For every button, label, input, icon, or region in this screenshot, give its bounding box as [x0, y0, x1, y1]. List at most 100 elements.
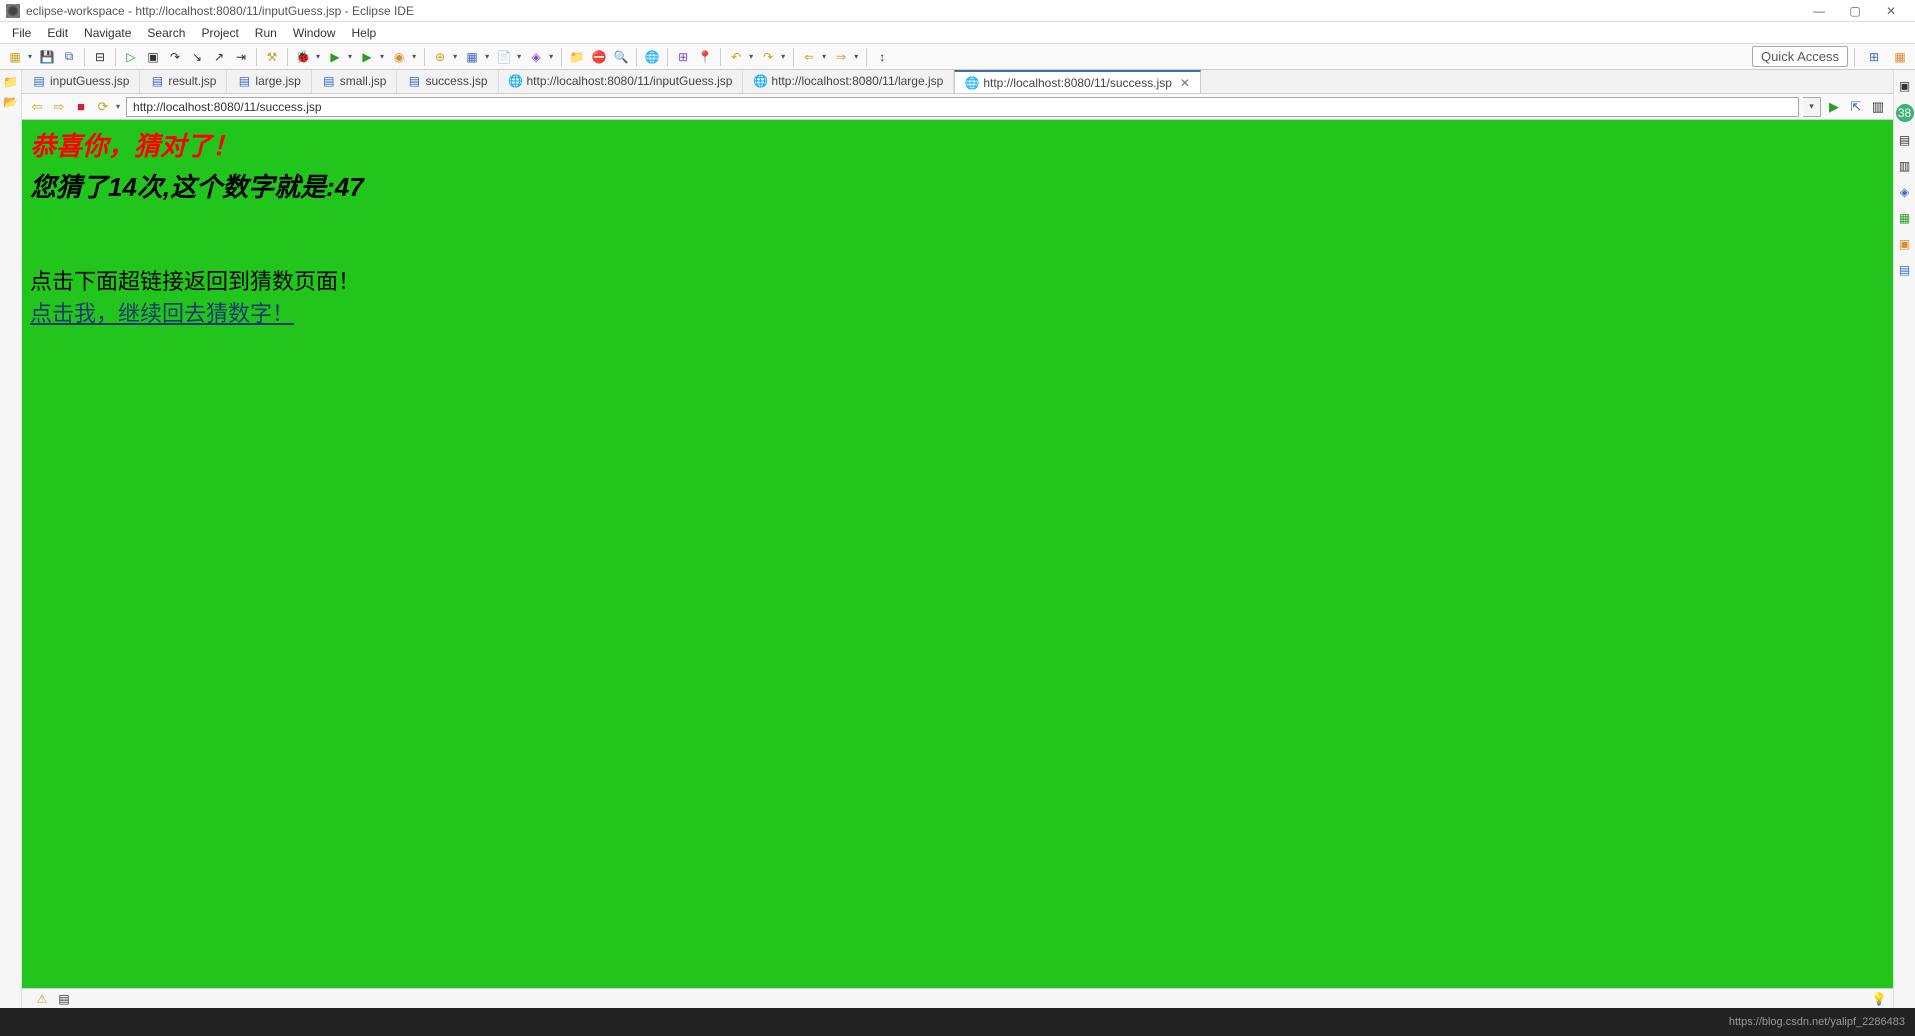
open-type-icon[interactable]: ◈ [527, 48, 545, 66]
minimize-button[interactable]: — [1801, 0, 1837, 22]
debug-run-icon[interactable]: 🐞 [294, 48, 312, 66]
toggle-orientation-icon[interactable]: ▥ [1869, 98, 1887, 116]
menu-navigate[interactable]: Navigate [76, 22, 139, 43]
outline-view-icon[interactable]: ▤ [1897, 132, 1913, 148]
skip-icon[interactable]: ▣ [144, 48, 162, 66]
jsp-file-icon: ▤ [237, 74, 251, 88]
os-taskbar: https://blog.csdn.net/yalipf_2286483 [0, 1008, 1915, 1036]
restore-right-icon[interactable]: ▣ [1897, 78, 1913, 94]
separator-icon [866, 48, 867, 66]
tab-success-jsp[interactable]: ▤ success.jsp [397, 70, 498, 93]
jsp-file-icon: ▤ [150, 74, 164, 88]
perspective-java-ee-icon[interactable]: ⊞ [1865, 48, 1883, 66]
save-icon[interactable]: 💾 [38, 48, 56, 66]
menu-project[interactable]: Project [193, 22, 246, 43]
dropdown-icon[interactable]: ▾ [412, 52, 416, 61]
maximize-button[interactable]: ▢ [1837, 0, 1873, 22]
url-dropdown-icon[interactable]: ▾ [1803, 97, 1821, 117]
perspective-debug-icon[interactable]: ▦ [1891, 48, 1909, 66]
new-class-icon[interactable]: 📄 [495, 48, 513, 66]
quick-access[interactable]: Quick Access [1752, 46, 1848, 67]
tab-browser-large[interactable]: 🌐 http://localhost:8080/11/large.jsp [743, 70, 954, 93]
dropdown-icon[interactable]: ▾ [517, 52, 521, 61]
dropdown-icon[interactable]: ▾ [316, 52, 320, 61]
dropdown-icon[interactable]: ▾ [749, 52, 753, 61]
open-task-icon[interactable]: 📁 [568, 48, 586, 66]
data-source-icon[interactable]: ▣ [1897, 236, 1913, 252]
problems-view-icon[interactable]: ⚠ [34, 991, 50, 1007]
step-return-icon[interactable]: ⇥ [232, 48, 250, 66]
dropdown-icon[interactable]: ▾ [380, 52, 384, 61]
dropdown-icon[interactable]: ▾ [485, 52, 489, 61]
menu-file[interactable]: File [4, 22, 39, 43]
continue-guess-link[interactable]: 点击我，继续回去猜数字！ [30, 301, 294, 326]
tab-inputguess-jsp[interactable]: ▤ inputGuess.jsp [22, 70, 140, 93]
dropdown-icon[interactable]: ▾ [854, 52, 858, 61]
stop-icon[interactable]: ⛔ [590, 48, 608, 66]
go-icon[interactable]: ▶ [1825, 98, 1843, 116]
coverage-icon[interactable]: ◉ [390, 48, 408, 66]
tab-result-jsp[interactable]: ▤ result.jsp [140, 70, 227, 93]
task-list-icon[interactable]: ▥ [1897, 158, 1913, 174]
build-icon[interactable]: ⚒ [263, 48, 281, 66]
menu-edit[interactable]: Edit [39, 22, 76, 43]
menu-window[interactable]: Window [285, 22, 344, 43]
separator-icon [636, 48, 637, 66]
tab-browser-success[interactable]: 🌐 http://localhost:8080/11/success.jsp ✕ [954, 70, 1201, 94]
prev-annotation-icon[interactable]: ↶ [727, 48, 745, 66]
servers-icon[interactable]: ▦ [1897, 210, 1913, 226]
step-over-icon[interactable]: ↷ [166, 48, 184, 66]
snippets-icon[interactable]: ◈ [1897, 184, 1913, 200]
back-icon[interactable]: ⇦ [28, 98, 46, 116]
dropdown-icon[interactable]: ▾ [549, 52, 553, 61]
debug-icon[interactable]: ▷ [122, 48, 140, 66]
separator-icon [667, 48, 668, 66]
dropdown-icon[interactable]: ▾ [781, 52, 785, 61]
back-history-icon[interactable]: ⇐ [800, 48, 818, 66]
new-icon[interactable]: ▦ [6, 48, 24, 66]
jsp-file-icon: ▤ [407, 74, 421, 88]
next-annotation-icon[interactable]: ↷ [759, 48, 777, 66]
pin-icon[interactable]: 📍 [696, 48, 714, 66]
tab-large-jsp[interactable]: ▤ large.jsp [227, 70, 311, 93]
dropdown-icon[interactable]: ▾ [28, 52, 32, 61]
menu-help[interactable]: Help [344, 22, 385, 43]
forward-history-icon[interactable]: ⇒ [832, 48, 850, 66]
menu-bar: File Edit Navigate Search Project Run Wi… [0, 22, 1915, 44]
editor-tab-bar: ▤ inputGuess.jsp ▤ result.jsp ▤ large.js… [22, 70, 1893, 94]
new-server-icon[interactable]: ⊕ [431, 48, 449, 66]
window-title: eclipse-workspace - http://localhost:808… [26, 4, 1801, 18]
menu-run[interactable]: Run [247, 22, 285, 43]
refresh-icon[interactable]: ⟳ [94, 98, 112, 116]
new-project-icon[interactable]: ▦ [463, 48, 481, 66]
project-explorer-icon[interactable]: 📂 [3, 94, 19, 110]
restore-view-icon[interactable]: 📁 [3, 74, 19, 90]
step-into-icon[interactable]: ↘ [188, 48, 206, 66]
stop-loading-icon[interactable]: ■ [72, 98, 90, 116]
close-tab-icon[interactable]: ✕ [1180, 76, 1190, 90]
search-icon[interactable]: 🔍 [612, 48, 630, 66]
step-out-icon[interactable]: ↗ [210, 48, 228, 66]
tab-browser-inputguess[interactable]: 🌐 http://localhost:8080/11/inputGuess.js… [499, 70, 744, 93]
coverage-badge-icon[interactable]: 38 [1896, 104, 1914, 122]
save-all-icon[interactable]: ⧉ [60, 48, 78, 66]
collapse-icon[interactable]: ↕ [873, 48, 891, 66]
toggle-mark-icon[interactable]: ⊞ [674, 48, 692, 66]
close-button[interactable]: ✕ [1873, 0, 1909, 22]
run-icon[interactable]: ▶ [326, 48, 344, 66]
dropdown-icon[interactable]: ▾ [453, 52, 457, 61]
overview-icon[interactable]: ▤ [56, 991, 72, 1007]
toggle-icon[interactable]: ⊟ [91, 48, 109, 66]
menu-search[interactable]: Search [139, 22, 193, 43]
tip-icon[interactable]: 💡 [1871, 991, 1887, 1007]
url-field[interactable]: http://localhost:8080/11/success.jsp [126, 97, 1799, 117]
run-last-icon[interactable]: ▶ [358, 48, 376, 66]
forward-icon[interactable]: ⇨ [50, 98, 68, 116]
properties-icon[interactable]: ▤ [1897, 262, 1913, 278]
dropdown-icon[interactable]: ▾ [348, 52, 352, 61]
open-external-icon[interactable]: ⇱ [1847, 98, 1865, 116]
tab-small-jsp[interactable]: ▤ small.jsp [312, 70, 398, 93]
dropdown-icon[interactable]: ▾ [822, 52, 826, 61]
dropdown-icon[interactable]: ▾ [116, 102, 120, 111]
globe-icon[interactable]: 🌐 [643, 48, 661, 66]
